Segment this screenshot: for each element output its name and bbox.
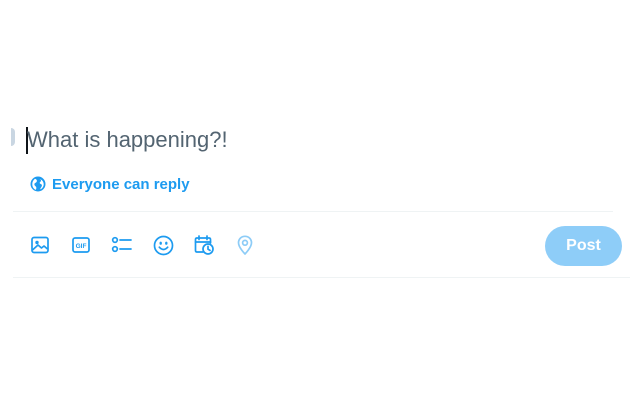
tweet-placeholder: What is happening?! [27, 127, 228, 152]
reply-setting-button[interactable]: Everyone can reply [30, 174, 190, 194]
schedule-icon [193, 234, 215, 256]
tweet-text-input[interactable]: What is happening?! [26, 124, 606, 158]
gif-icon: GIF [71, 235, 91, 255]
poll-icon [111, 235, 133, 255]
emoji-icon [153, 235, 174, 256]
image-icon [30, 235, 50, 255]
divider [13, 211, 613, 212]
gif-button[interactable]: GIF [64, 228, 98, 262]
post-button[interactable]: Post [545, 226, 622, 266]
composer-bottom-border [13, 277, 630, 278]
avatar[interactable] [11, 128, 15, 146]
media-button[interactable] [23, 228, 57, 262]
reply-setting-label: Everyone can reply [52, 175, 190, 193]
svg-text:GIF: GIF [76, 243, 87, 250]
post-button-label: Post [566, 237, 601, 254]
tweet-composer: What is happening?! Everyone can reply G… [0, 0, 640, 400]
poll-button[interactable] [105, 228, 139, 262]
emoji-button[interactable] [146, 228, 180, 262]
location-icon [235, 234, 255, 256]
location-button[interactable] [228, 228, 262, 262]
composer-toolbar: GIF [23, 228, 269, 262]
globe-icon [30, 176, 46, 192]
schedule-button[interactable] [187, 228, 221, 262]
